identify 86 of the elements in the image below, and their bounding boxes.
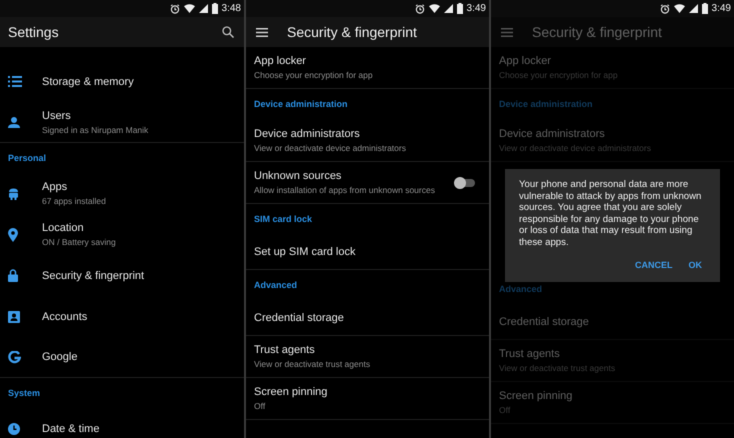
search-icon[interactable] (222, 26, 234, 38)
item-subtitle: View or deactivate trust agents (499, 363, 616, 373)
item-title: Trust agents (499, 348, 561, 360)
item-title: Credential storage (499, 316, 590, 328)
toggle-switch[interactable] (457, 178, 475, 186)
settings-item[interactable]: Accounts (0, 296, 244, 337)
section-header: Advanced (498, 283, 544, 296)
settings-item[interactable]: Users Signed in as Nirupam Manik (0, 102, 244, 143)
item-subtitle: Choose your encryption for app (254, 70, 374, 80)
status-time: 3:49 (466, 3, 486, 14)
item-subtitle: ON / Battery saving (42, 237, 117, 247)
item-subtitle: Allow installation of apps from unknown sources (254, 185, 436, 195)
item-title: Screen pinning (254, 386, 328, 398)
app-bar-title: Settings (8, 24, 60, 40)
section-header: System (7, 387, 42, 400)
person-icon (8, 116, 20, 128)
settings-item[interactable]: Google (0, 337, 244, 378)
signal-icon (688, 4, 698, 13)
wifi-icon (674, 4, 685, 13)
item-title: Apps (42, 181, 68, 193)
item-title: App locker (499, 55, 552, 67)
settings-item[interactable]: Storage & memory (0, 61, 244, 102)
clock-icon (8, 422, 20, 434)
item-title: Date & time (42, 422, 100, 434)
settings-item[interactable]: Screen pinning Off (246, 378, 489, 420)
item-title: App locker (254, 55, 307, 67)
settings-item[interactable]: Security & fingerprint (0, 255, 244, 296)
settings-item[interactable]: Credential storage (246, 301, 489, 336)
section-header: Advanced (253, 279, 298, 292)
settings-item[interactable]: Date & time (0, 408, 244, 438)
signal-icon (198, 4, 208, 13)
menu-icon[interactable] (256, 28, 268, 36)
settings-item[interactable]: Location ON / Battery saving (0, 214, 244, 255)
wifi-icon (184, 4, 195, 13)
robot-icon (8, 187, 19, 200)
item-title: Storage & memory (42, 76, 135, 88)
settings-item[interactable]: App locker Choose your encryption for app (246, 47, 489, 89)
status-time: 3:48 (222, 3, 241, 14)
item-title: Unknown sources (254, 170, 342, 182)
item-title: Credential storage (254, 312, 345, 324)
contact-card-icon (8, 310, 20, 322)
lock-icon (8, 269, 18, 282)
item-subtitle: Signed in as Nirupam Manik (42, 124, 150, 134)
battery-icon (702, 3, 708, 14)
item-subtitle: View or deactivate device administrators (254, 143, 407, 153)
item-title: Device administrators (499, 128, 606, 140)
item-subtitle: Off (254, 401, 266, 411)
item-title: Accounts (42, 310, 88, 322)
dialog-button[interactable]: CANCEL (631, 256, 676, 274)
item-title: Users (42, 110, 72, 122)
item-title: Device administrators (254, 128, 361, 140)
dialog-button[interactable]: OK (684, 256, 706, 274)
list-icon (8, 76, 22, 87)
item-title: Location (42, 222, 85, 234)
item-title: Trust agents (254, 344, 316, 356)
settings-item[interactable]: Apps 67 apps installed (0, 173, 244, 214)
item-subtitle: View or deactivate device administrators (499, 143, 652, 153)
battery-icon (212, 3, 218, 14)
item-subtitle: View or deactivate trust agents (254, 359, 372, 369)
item-title: Security & fingerprint (42, 270, 146, 282)
app-bar-title: Security & fingerprint (532, 24, 663, 40)
alarm-icon (414, 4, 425, 14)
alarm-icon (660, 4, 670, 14)
settings-item[interactable]: Set up SIM card lock (246, 235, 489, 270)
g-logo-icon (8, 350, 21, 364)
item-title: Screen pinning (499, 390, 574, 402)
signal-icon (444, 4, 453, 13)
item-title: Set up SIM card lock (254, 246, 356, 258)
section-header: SIM card lock (253, 213, 314, 226)
alarm-icon (170, 4, 180, 14)
section-header: Device administration (253, 98, 349, 111)
battery-icon (456, 3, 463, 14)
item-title: Google (42, 351, 78, 363)
status-time: 3:49 (712, 3, 731, 14)
item-subtitle: Off (499, 405, 512, 415)
section-header: Device administration (498, 98, 594, 111)
settings-item[interactable]: Unknown sources Allow installation of apps from unknown sources (246, 162, 489, 204)
app-bar-title: Security & fingerprint (287, 24, 418, 40)
wifi-icon (428, 4, 440, 13)
settings-item[interactable]: Device administrators View or deactivate device administrators (246, 120, 489, 162)
dialog-message: Your phone and personal data are more vulnerable to attack by apps from unknown sources. You agree that you are solely responsible for any damage to your phone or loss of data that may result from using these apps. (519, 179, 702, 248)
location-pin-icon (8, 228, 18, 242)
item-subtitle: Choose your encryption for app (499, 70, 619, 80)
settings-item[interactable]: Trust agents View or deactivate trust agents (246, 336, 489, 378)
item-subtitle: 67 apps installed (42, 196, 107, 206)
section-header: Personal (7, 152, 48, 165)
